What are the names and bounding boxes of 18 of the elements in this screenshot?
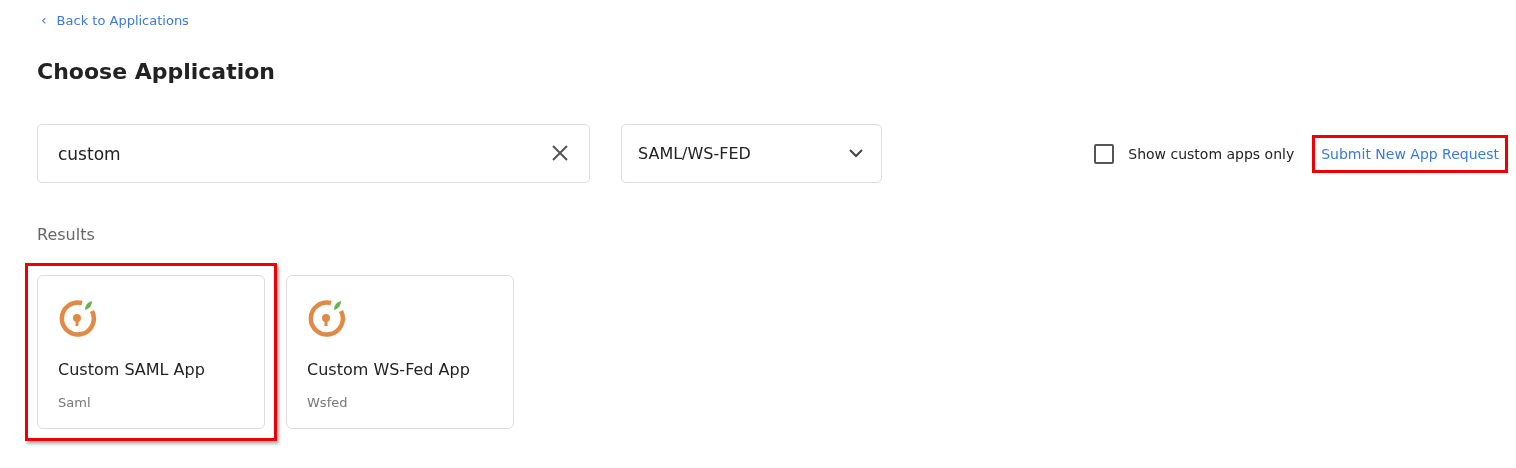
chevron-down-icon [849,149,863,158]
protocol-dropdown[interactable]: SAML/WS-FED [621,124,882,183]
app-type: Wsfed [307,395,349,410]
app-card[interactable]: Custom SAML App Saml [37,275,265,429]
clear-icon[interactable] [551,144,569,162]
app-name: Custom WS-Fed App [307,360,471,379]
app-name: Custom SAML App [58,360,206,379]
search-field[interactable]: custom [37,124,590,183]
checkbox[interactable] [1094,143,1115,164]
keyhole-logo-icon [58,298,98,338]
back-link[interactable]: ‹ Back to Applications [41,12,189,28]
app-card[interactable]: Custom WS-Fed App Wsfed [286,275,514,429]
checkbox-label: Show custom apps only [1128,145,1295,162]
app-type: Saml [58,395,92,410]
results-label: Results [37,225,96,244]
submit-request-link[interactable]: Submit New App Request [1312,134,1508,173]
page-title: Choose Application [37,59,277,84]
keyhole-logo-icon [307,298,347,338]
